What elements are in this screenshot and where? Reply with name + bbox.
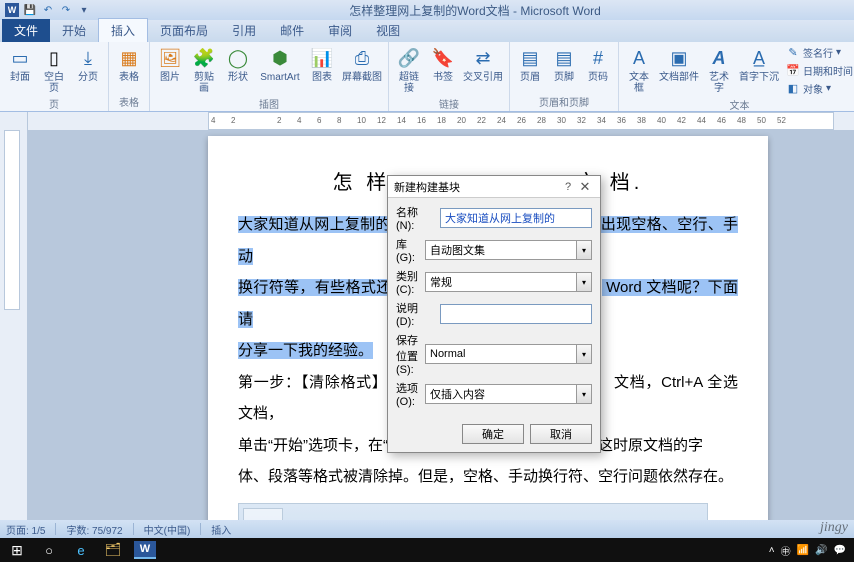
crossref-button[interactable]: ⇄交叉引用 — [461, 44, 505, 85]
status-insertmode[interactable]: 插入 — [211, 522, 231, 537]
description-label: 说明(D): — [396, 300, 436, 328]
tab-view[interactable]: 视图 — [364, 19, 412, 42]
tray-ime-icon[interactable]: ㊥ — [781, 543, 791, 558]
tab-mailings[interactable]: 邮件 — [268, 19, 316, 42]
object-icon: ◧ — [786, 82, 800, 96]
cover-page-button[interactable]: ▭封面 — [4, 44, 36, 85]
options-select[interactable] — [425, 384, 576, 404]
vertical-ruler[interactable] — [4, 130, 20, 310]
chevron-down-icon[interactable]: ▾ — [576, 240, 592, 260]
group-illustrations-label: 插图 — [154, 96, 384, 113]
cortana-icon[interactable]: ○ — [34, 539, 64, 561]
chevron-down-icon[interactable]: ▾ — [576, 384, 592, 404]
tray-up-icon[interactable]: ˄ — [769, 545, 775, 556]
status-bar: 页面: 1/5 字数: 75/972 中文(中国) 插入 — [0, 520, 854, 538]
group-tables-label: 表格 — [113, 94, 145, 111]
description-input[interactable] — [440, 304, 592, 324]
tray-notifications-icon[interactable]: 💬 — [834, 545, 846, 556]
cancel-button[interactable]: 取消 — [530, 424, 592, 444]
word-app-icon[interactable]: W — [4, 2, 20, 18]
signature-line-button[interactable]: ✎签名行 ▾ — [783, 44, 854, 61]
group-pages-label: 页 — [4, 96, 104, 113]
tray-volume-icon[interactable]: 🔊 — [815, 545, 827, 556]
chart-button[interactable]: 📊图表 — [306, 44, 338, 85]
bookmark-button[interactable]: 🔖书签 — [427, 44, 459, 85]
category-select[interactable] — [425, 272, 576, 292]
vertical-ruler-gutter — [0, 130, 28, 538]
tab-layout[interactable]: 页面布局 — [148, 19, 220, 42]
redo-icon[interactable]: ↷ — [58, 2, 74, 18]
tab-file[interactable]: 文件 — [2, 19, 50, 42]
tab-references[interactable]: 引用 — [220, 19, 268, 42]
group-links-label: 链接 — [393, 96, 505, 113]
header-button[interactable]: ▤页眉 — [514, 44, 546, 85]
table-button[interactable]: ▦表格 — [113, 44, 145, 85]
quickparts-button[interactable]: ▣文档部件 — [657, 44, 701, 85]
help-icon[interactable]: ? — [560, 181, 576, 193]
calendar-icon: 📅 — [786, 64, 800, 78]
datetime-button[interactable]: 📅日期和时间 — [783, 62, 854, 79]
name-label: 名称(N): — [396, 204, 436, 232]
status-wordcount[interactable]: 字数: 75/972 — [66, 522, 122, 537]
page-break-button[interactable]: ⤓分页 — [72, 44, 104, 85]
tray-network-icon[interactable]: 📶 — [797, 545, 809, 556]
chevron-down-icon[interactable]: ▾ — [576, 272, 592, 292]
start-button[interactable]: ⊞ — [2, 539, 32, 561]
tab-review[interactable]: 审阅 — [316, 19, 364, 42]
dropcap-button[interactable]: A̲首字下沉 — [737, 44, 781, 85]
signature-icon: ✎ — [786, 46, 800, 60]
title-bar: W 💾 ↶ ↷ ▾ 怎样整理网上复制的Word文档 - Microsoft Wo… — [0, 0, 854, 20]
system-tray[interactable]: ˄ ㊥ 📶 🔊 💬 — [769, 543, 852, 558]
options-label: 选项(O): — [396, 380, 421, 408]
category-label: 类别(C): — [396, 268, 421, 296]
file-explorer-icon[interactable]: 🗂 — [98, 539, 128, 561]
footer-button[interactable]: ▤页脚 — [548, 44, 580, 85]
chevron-down-icon[interactable]: ▾ — [576, 344, 592, 364]
textbox-button[interactable]: A文本框 — [623, 44, 655, 96]
ok-button[interactable]: 确定 — [462, 424, 524, 444]
word-taskbar-icon[interactable]: W — [130, 539, 160, 561]
dialog-titlebar[interactable]: 新建构建基块 ? ✕ — [388, 176, 600, 198]
gallery-label: 库(G): — [396, 236, 421, 264]
ribbon-insert: ▭封面 ▯空白页 ⤓分页 页 ▦表格 表格 🖼图片 🧩剪贴画 ◯形状 ⬢Smar… — [0, 42, 854, 112]
watermark: jingy — [820, 520, 848, 536]
smartart-button[interactable]: ⬢SmartArt — [256, 44, 304, 85]
ribbon-tabs: 文件 开始 插入 页面布局 引用 邮件 审阅 视图 — [0, 20, 854, 42]
horizontal-ruler[interactable]: 42 2468 10121416 18202224 26283032 34363… — [208, 112, 834, 130]
window-title: 怎样整理网上复制的Word文档 - Microsoft Word — [96, 2, 854, 19]
edge-icon[interactable]: e — [66, 539, 96, 561]
wordart-button[interactable]: A艺术字 — [703, 44, 735, 96]
blank-page-button[interactable]: ▯空白页 — [38, 44, 70, 96]
pagenum-button[interactable]: #页码 — [582, 44, 614, 85]
gallery-select[interactable] — [425, 240, 576, 260]
group-headerfooter-label: 页眉和页脚 — [514, 94, 614, 111]
taskbar: ⊞ ○ e 🗂 W ˄ ㊥ 📶 🔊 💬 — [0, 538, 854, 562]
save-icon[interactable]: 💾 — [22, 2, 38, 18]
tab-insert[interactable]: 插入 — [98, 18, 148, 42]
object-button[interactable]: ◧对象 ▾ — [783, 80, 854, 97]
quick-access-toolbar: W 💾 ↶ ↷ ▾ — [0, 2, 96, 18]
ruler-area: 42 2468 10121416 18202224 26283032 34363… — [0, 112, 854, 130]
undo-icon[interactable]: ↶ — [40, 2, 56, 18]
savein-label: 保存位置(S): — [396, 332, 421, 376]
qat-customize-icon[interactable]: ▾ — [76, 2, 92, 18]
picture-button[interactable]: 🖼图片 — [154, 44, 186, 85]
screenshot-button[interactable]: ⎙屏幕截图 — [340, 44, 384, 85]
name-input[interactable] — [440, 208, 592, 228]
close-icon[interactable]: ✕ — [576, 179, 594, 195]
clipart-button[interactable]: 🧩剪贴画 — [188, 44, 220, 96]
hyperlink-button[interactable]: 🔗超链接 — [393, 44, 425, 96]
status-page[interactable]: 页面: 1/5 — [6, 522, 45, 537]
dialog-title: 新建构建基块 — [394, 179, 560, 195]
savein-select[interactable] — [425, 344, 576, 364]
status-language[interactable]: 中文(中国) — [144, 522, 191, 537]
tab-home[interactable]: 开始 — [50, 19, 98, 42]
shapes-button[interactable]: ◯形状 — [222, 44, 254, 85]
create-building-block-dialog: 新建构建基块 ? ✕ 名称(N): 库(G): ▾ 类别(C): ▾ 说明(D)… — [387, 175, 601, 453]
